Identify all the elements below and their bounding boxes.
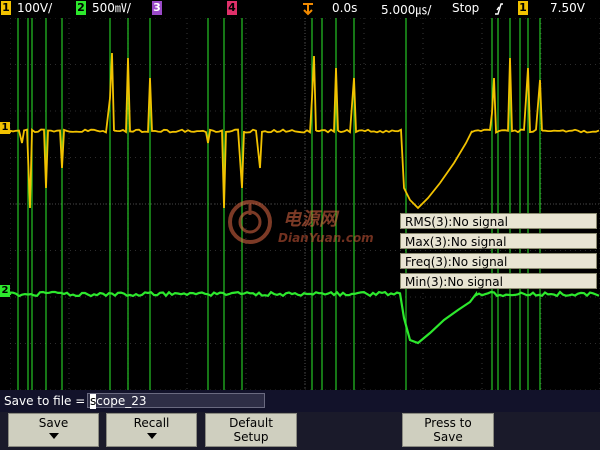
ch4-badge: 4 xyxy=(227,1,237,15)
rising-edge-icon xyxy=(494,2,504,16)
watermark-logo-icon xyxy=(225,197,275,247)
ch1-indicator[interactable]: 1 100V/ xyxy=(1,1,52,15)
press-to-save-line1: Press to xyxy=(403,416,493,430)
press-to-save-softkey[interactable]: Press to Save xyxy=(402,413,494,447)
watermark-en: DianYuan.com xyxy=(278,231,374,245)
status-bar: 1 100V/ 2 500㎷/ 3 4 0.0s 5.000㎲/ Stop 1 7.… xyxy=(0,0,600,18)
save-to-file-row: Save to file = scope_23 xyxy=(0,390,600,412)
press-to-save-line2: Save xyxy=(403,430,493,444)
measurement-max: Max(3):No signal xyxy=(400,233,597,249)
time-offset: 0.0s xyxy=(332,1,357,15)
ch3-indicator[interactable]: 3 xyxy=(152,1,162,15)
watermark-cn: 电源网 xyxy=(283,205,337,231)
ch2-scale: 500㎷/ xyxy=(92,1,131,15)
save-softkey-label: Save xyxy=(9,416,98,430)
ch2-trace xyxy=(10,292,599,343)
timebase: 5.000㎲/ xyxy=(381,1,431,18)
run-state: Stop xyxy=(452,1,479,15)
ch1-scale: 100V/ xyxy=(17,1,52,15)
ch3-badge: 3 xyxy=(152,1,162,15)
default-setup-line1: Default xyxy=(206,416,296,430)
recall-softkey-label: Recall xyxy=(107,416,196,430)
filename-field[interactable]: scope_23 xyxy=(87,393,265,408)
softkey-menu: Save to file = scope_23 Save Recall Defa… xyxy=(0,390,600,450)
default-setup-line2: Setup xyxy=(206,430,296,444)
ch1-ground-marker[interactable]: 1 xyxy=(0,122,10,134)
ch2-badge: 2 xyxy=(76,1,86,15)
save-to-file-label: Save to file = xyxy=(4,394,85,408)
default-setup-softkey[interactable]: Default Setup xyxy=(205,413,297,447)
measurement-rms: RMS(3):No signal xyxy=(400,213,597,229)
trigger-source-badge: 1 xyxy=(518,1,528,15)
ch1-trace xyxy=(10,53,599,208)
chevron-down-icon xyxy=(145,431,159,441)
trigger-position-icon xyxy=(301,2,315,16)
chevron-down-icon xyxy=(47,431,61,441)
trigger-level: 7.50V xyxy=(550,1,585,15)
save-softkey[interactable]: Save xyxy=(8,413,99,447)
ch1-badge: 1 xyxy=(1,1,11,15)
watermark: 电源网 DianYuan.com xyxy=(225,195,405,255)
filename-text: cope_23 xyxy=(96,394,146,408)
ch2-ground-marker[interactable]: 2 xyxy=(0,285,10,297)
recall-softkey[interactable]: Recall xyxy=(106,413,197,447)
measurement-freq: Freq(3):No signal xyxy=(400,253,597,269)
trigger-source: 1 xyxy=(518,1,528,15)
measurement-min: Min(3):No signal xyxy=(400,273,597,289)
ch4-indicator[interactable]: 4 xyxy=(227,1,237,15)
ch2-indicator[interactable]: 2 500㎷/ xyxy=(76,1,131,15)
